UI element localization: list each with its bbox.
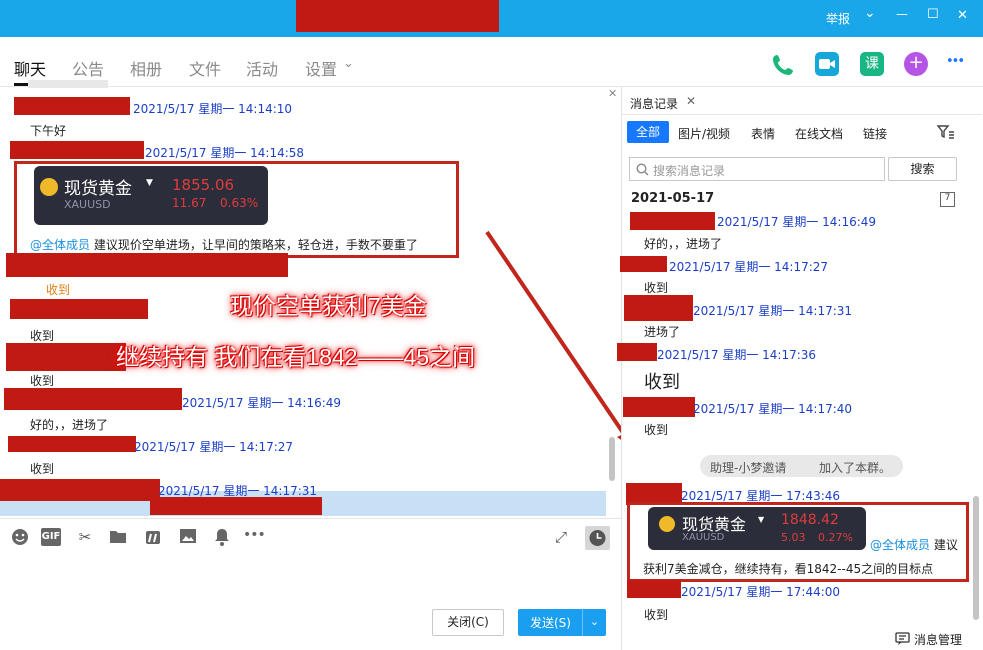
system-notice: 助理-小梦邀请 加入了本群。 — [700, 455, 903, 477]
filter-icon[interactable] — [936, 124, 955, 140]
notice-action: 加入了本群。 — [819, 461, 892, 475]
close-button[interactable]: 关闭(C) — [432, 609, 504, 636]
mention-all[interactable]: @全体成员 — [870, 538, 930, 552]
search-button[interactable]: 搜索 — [888, 157, 957, 181]
input-toolbar: GIF ✂ ••• ⤢ — [0, 518, 621, 552]
history-close-icon[interactable]: ✕ — [686, 94, 696, 108]
smile-icon[interactable] — [10, 528, 30, 546]
manage-label: 消息管理 — [914, 633, 963, 647]
voice-icon[interactable] — [143, 528, 163, 546]
calendar-icon[interactable]: 7 — [940, 192, 955, 207]
quote-percent: 0.27% — [818, 531, 853, 544]
history-mention-line: @全体成员 建议 — [870, 536, 958, 553]
history-date: 2021-05-17 — [631, 191, 715, 206]
message-input[interactable] — [0, 552, 621, 602]
history-clock-icon[interactable] — [585, 526, 610, 550]
send-button[interactable]: 发送(S) ⌄ — [518, 609, 606, 636]
expand-icon[interactable]: ⤢ — [551, 528, 571, 546]
filter-links[interactable]: 链接 — [863, 125, 887, 142]
gif-icon[interactable]: GIF — [41, 528, 61, 546]
search-icon — [636, 163, 649, 176]
history-text: 好的，，进场了 — [644, 237, 723, 251]
history-time: 2021/5/17 星期一 14:17:40 — [693, 402, 853, 416]
search-placeholder: 搜索消息记录 — [653, 164, 726, 178]
redacted-sender — [627, 580, 681, 598]
history-time: 2021/5/17 星期一 17:44:00 — [681, 585, 841, 599]
history-title: 消息记录 — [630, 97, 679, 111]
redacted-sender — [620, 256, 667, 272]
history-card-message: 获利7美金减仓，继续持有，看1842--45之间的目标点 — [643, 562, 934, 576]
history-text: 收到 — [644, 608, 669, 622]
quote-symbol: XAUUSD — [682, 532, 725, 543]
send-label: 发送(S) — [530, 616, 571, 630]
history-text-large: 收到 — [644, 372, 680, 393]
history-scrollbar[interactable] — [973, 496, 979, 620]
filter-media[interactable]: 图片/视频 — [678, 125, 730, 142]
folder-icon[interactable] — [108, 528, 128, 546]
gold-coin-icon — [659, 516, 675, 532]
scissors-icon[interactable]: ✂ — [75, 528, 95, 546]
gold-quote-card[interactable]: 现货黄金 ▼ XAUUSD 1848.42 5.03 0.27% — [648, 507, 866, 550]
quote-change: 5.03 — [781, 531, 806, 544]
notice-invitee[interactable]: 助理-小梦邀请 — [710, 459, 786, 476]
bell-icon[interactable] — [212, 528, 232, 546]
redacted-sender — [624, 295, 693, 321]
redacted-sender — [630, 212, 715, 230]
mention-tail: 建议 — [930, 538, 958, 552]
send-options-icon[interactable]: ⌄ — [582, 609, 606, 636]
history-time: 2021/5/17 星期一 14:17:27 — [669, 260, 829, 274]
history-time: 2021/5/17 星期一 14:17:31 — [693, 304, 853, 318]
filter-emoji[interactable]: 表情 — [751, 125, 775, 142]
filter-docs[interactable]: 在线文档 — [795, 125, 843, 142]
history-search-input[interactable]: 搜索消息记录 — [629, 157, 885, 181]
history-text: 收到 — [644, 423, 669, 437]
filter-all[interactable]: 全部 — [627, 121, 669, 143]
redacted-sender — [617, 343, 657, 361]
history-time: 2021/5/17 星期一 14:17:36 — [657, 348, 817, 362]
more-tools-icon[interactable]: ••• — [243, 526, 266, 544]
history-tab-underline — [622, 114, 982, 115]
history-text: 进场了 — [644, 325, 681, 339]
quote-price: 1848.42 — [781, 512, 839, 528]
redacted-sender — [623, 397, 695, 417]
history-time: 2021/5/17 星期一 14:16:49 — [717, 215, 877, 229]
history-text: 收到 — [644, 281, 669, 295]
caret-down-icon: ▼ — [758, 515, 765, 524]
manage-icon — [895, 632, 910, 645]
image-icon[interactable] — [178, 528, 198, 546]
